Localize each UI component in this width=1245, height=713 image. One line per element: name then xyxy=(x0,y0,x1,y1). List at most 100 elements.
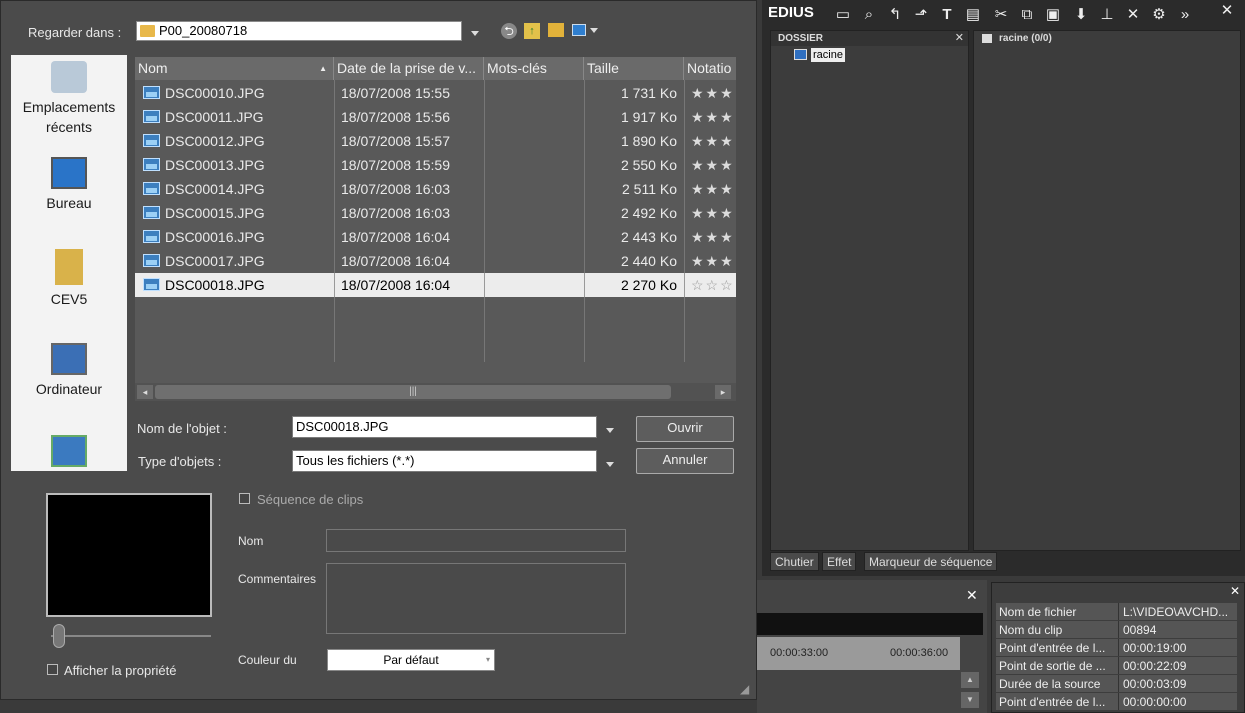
new-folder-icon[interactable] xyxy=(548,23,564,37)
computer-icon xyxy=(51,343,87,375)
file-row[interactable]: DSC00017.JPG 18/07/2008 16:04 2 440 Ko ★★★ xyxy=(135,249,736,273)
timeline-ruler[interactable]: 00:00:33:00 00:00:36:00 xyxy=(757,637,960,670)
file-row[interactable]: DSC00014.JPG 18/07/2008 16:03 2 511 Ko ★★★ xyxy=(135,177,736,201)
open-button[interactable]: Ouvrir xyxy=(636,416,734,442)
preview-area xyxy=(46,493,212,617)
name-input[interactable] xyxy=(326,529,626,552)
cut-icon[interactable]: ✂ xyxy=(992,6,1010,24)
image-file-icon xyxy=(143,230,160,243)
place-recent[interactable]: Emplacements récents xyxy=(11,61,127,137)
delete-icon[interactable]: ✕ xyxy=(1124,6,1142,24)
image-file-icon xyxy=(143,134,160,147)
timeline-scroll-down-icon[interactable]: ▼ xyxy=(961,692,979,708)
edius-close-icon[interactable]: ✕ xyxy=(1218,2,1236,20)
file-rating[interactable]: ★★★ xyxy=(691,225,736,249)
show-property-checkbox[interactable] xyxy=(47,664,58,675)
color-select[interactable]: Par défaut ▾ xyxy=(327,649,495,671)
object-name-dropdown-icon[interactable] xyxy=(606,428,614,433)
properties-icon[interactable]: ⚙ xyxy=(1150,6,1168,24)
file-row[interactable]: DSC00010.JPG 18/07/2008 15:55 1 731 Ko ★★★ xyxy=(135,81,736,105)
object-name-label: Nom de l'objet : xyxy=(137,421,227,436)
up-folder-icon[interactable]: ↑ xyxy=(524,23,540,39)
name-label: Nom xyxy=(238,534,264,548)
file-row[interactable]: DSC00016.JPG 18/07/2008 16:04 2 443 Ko ★★★ xyxy=(135,225,736,249)
paste-icon[interactable]: ▣ xyxy=(1044,6,1062,24)
horizontal-scrollbar[interactable]: ◂ ||| ▸ xyxy=(135,383,736,401)
clip-sequence-checkbox[interactable] xyxy=(239,493,250,504)
tab-effect[interactable]: Effet xyxy=(822,552,857,571)
scroll-thumb[interactable]: ||| xyxy=(155,385,671,399)
new-bin-icon[interactable]: ▭ xyxy=(834,6,852,24)
look-in-combobox[interactable]: P00_20080718 xyxy=(136,21,462,41)
file-rating[interactable]: ★★★ xyxy=(691,81,736,105)
file-size: 1 890 Ko xyxy=(620,133,677,149)
comments-textarea[interactable] xyxy=(326,563,626,634)
add-clip-icon[interactable]: ⬏ xyxy=(912,6,930,24)
preview-slider-track[interactable] xyxy=(51,635,211,637)
cancel-button[interactable]: Annuler xyxy=(636,448,734,474)
mark-icon[interactable]: ⬇ xyxy=(1072,6,1090,24)
back-icon[interactable]: ⮌ xyxy=(501,23,517,39)
file-rating[interactable]: ★★★ xyxy=(691,129,736,153)
object-type-dropdown-icon[interactable] xyxy=(606,462,614,467)
column-header-keywords[interactable]: Mots-clés xyxy=(484,57,584,80)
copy-icon[interactable]: ⧉ xyxy=(1018,6,1036,24)
file-size: 2 440 Ko xyxy=(620,253,677,269)
file-size: 2 270 Ko xyxy=(620,277,677,293)
timeline-scroll-up-icon[interactable]: ▲ xyxy=(961,672,979,688)
view-menu-icon[interactable] xyxy=(572,24,586,36)
file-name: DSC00014.JPG xyxy=(165,181,265,197)
scroll-right-icon[interactable]: ▸ xyxy=(715,385,731,399)
places-bar: Emplacements récents Bureau CEV5 Ordinat… xyxy=(11,55,127,471)
root-folder-label[interactable]: racine xyxy=(811,48,845,62)
bin-folder-icon xyxy=(982,34,992,43)
look-in-dropdown-icon[interactable] xyxy=(471,31,479,36)
column-header-date[interactable]: Date de la prise de v... xyxy=(334,57,484,80)
folder-pane-close-icon[interactable]: ✕ xyxy=(955,31,964,44)
image-file-icon xyxy=(143,182,160,195)
timeline-close-icon[interactable]: ✕ xyxy=(966,587,978,604)
bin-pane: racine (0/0) xyxy=(973,30,1241,551)
file-row[interactable]: DSC00012.JPG 18/07/2008 15:57 1 890 Ko ★★★ xyxy=(135,129,736,153)
resize-grip-icon[interactable]: ◢ xyxy=(740,682,754,696)
color-bar-icon[interactable]: ▤ xyxy=(964,6,982,24)
tab-bin[interactable]: Chutier xyxy=(770,552,819,571)
object-name-input[interactable]: DSC00018.JPG xyxy=(292,416,597,438)
more-icon[interactable]: » xyxy=(1176,6,1194,24)
insert-icon[interactable]: ⊥ xyxy=(1098,6,1116,24)
column-header-name[interactable]: Nom ▲ xyxy=(135,57,334,80)
file-row[interactable]: DSC00013.JPG 18/07/2008 15:59 2 550 Ko ★★★ xyxy=(135,153,736,177)
image-file-icon xyxy=(143,278,160,291)
up-level-icon[interactable]: ↰ xyxy=(886,6,904,24)
place-desktop[interactable]: Bureau xyxy=(11,157,127,213)
preview-slider-thumb[interactable] xyxy=(53,624,65,648)
file-rating[interactable]: ★★★ xyxy=(691,105,736,129)
file-row[interactable]: DSC00015.JPG 18/07/2008 16:03 2 492 Ko ★★★ xyxy=(135,201,736,225)
place-computer[interactable]: Ordinateur xyxy=(11,343,127,399)
column-header-size[interactable]: Taille xyxy=(584,57,684,80)
search-icon[interactable]: ⌕ xyxy=(860,6,878,24)
file-row[interactable]: DSC00018.JPG 18/07/2008 16:04 2 270 Ko ☆☆☆ xyxy=(135,273,736,297)
file-rating[interactable]: ★★★ xyxy=(691,201,736,225)
file-rating[interactable]: ★★★ xyxy=(691,153,736,177)
scroll-left-icon[interactable]: ◂ xyxy=(137,385,153,399)
view-dropdown-icon[interactable] xyxy=(590,28,598,33)
property-row: Point de sortie de ... 00:00:22:09 xyxy=(996,657,1239,675)
object-type-select[interactable]: Tous les fichiers (*.*) xyxy=(292,450,597,472)
properties-close-icon[interactable]: ✕ xyxy=(1230,584,1240,598)
edius-title: EDIUS xyxy=(768,4,814,21)
column-header-rating[interactable]: Notatio xyxy=(684,57,736,80)
file-row[interactable]: DSC00011.JPG 18/07/2008 15:56 1 917 Ko ★★★ xyxy=(135,105,736,129)
place-network[interactable] xyxy=(11,435,127,471)
folder-icon xyxy=(140,25,155,37)
property-value: 00:00:03:09 xyxy=(1118,675,1237,692)
tab-sequence-marker[interactable]: Marqueur de séquence xyxy=(864,552,998,571)
property-key: Nom du clip xyxy=(996,621,1118,638)
title-icon[interactable]: T xyxy=(938,6,956,24)
file-rating[interactable]: ★★★ xyxy=(691,249,736,273)
file-rating[interactable]: ☆☆☆ xyxy=(691,273,736,297)
color-label: Couleur du xyxy=(238,653,297,667)
folder-pane: DOSSIER ✕ racine xyxy=(770,30,969,551)
file-rating[interactable]: ★★★ xyxy=(691,177,736,201)
place-user[interactable]: CEV5 xyxy=(11,249,127,309)
